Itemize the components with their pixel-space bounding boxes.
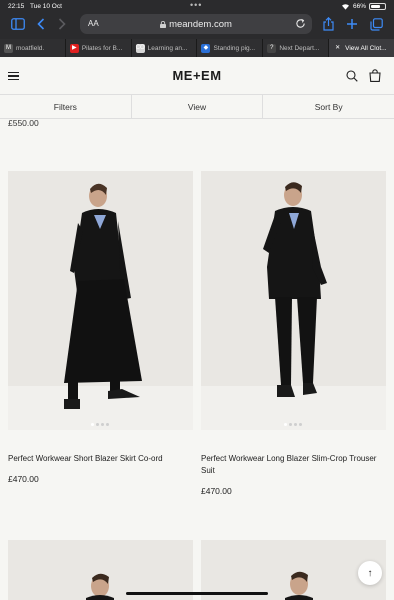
browser-chrome: 22:15 Tue 10 Oct ••• 66% AA meandem.com <box>0 0 394 57</box>
tab-favicon-icon: CO <box>135 43 145 53</box>
multitasking-dots-icon[interactable]: ••• <box>190 0 202 10</box>
product-image[interactable] <box>8 171 193 430</box>
lock-icon <box>160 21 167 28</box>
product-image[interactable] <box>8 540 193 600</box>
sidebar-icon[interactable] <box>10 16 26 32</box>
product-photo-figure <box>8 171 193 430</box>
previous-product-price: £550.00 <box>8 118 39 128</box>
browser-tab[interactable]: ? Next Depart... <box>262 39 329 57</box>
home-indicator[interactable] <box>126 592 268 595</box>
browser-tab[interactable]: ✕ View All Clot... <box>328 39 394 57</box>
status-time: 22:15 <box>8 3 25 10</box>
filters-button[interactable]: Filters <box>0 95 131 118</box>
product-title[interactable]: Perfect Workwear Short Blazer Skirt Co-o… <box>8 453 193 465</box>
pagination-dot[interactable] <box>106 423 109 426</box>
arrow-up-icon: ↑ <box>367 567 373 579</box>
url-display[interactable]: meandem.com <box>80 19 312 30</box>
browser-tab-label: Standing pig... <box>213 44 256 52</box>
product-card[interactable]: Perfect Workwear Long Blazer Slim-Crop T… <box>201 171 386 501</box>
product-price: £470.00 <box>201 486 232 496</box>
close-tab-icon[interactable]: ✕ <box>333 43 343 53</box>
product-card[interactable] <box>8 540 193 600</box>
browser-toolbar: AA meandem.com <box>0 12 394 36</box>
product-title[interactable]: Perfect Workwear Long Blazer Slim-Crop T… <box>201 453 381 477</box>
browser-tab-label: Next Depart... <box>279 44 320 52</box>
browser-tab[interactable]: ◆ Standing pig... <box>196 39 263 57</box>
pagination-dot[interactable] <box>101 423 104 426</box>
product-card[interactable]: Perfect Workwear Short Blazer Skirt Co-o… <box>8 171 193 501</box>
site-header: ME+EM <box>0 57 394 95</box>
battery-icon <box>369 3 386 10</box>
tab-strip: Mmoatfield. ▶ Pilates for B... CO Learning a… <box>0 39 394 57</box>
browser-tab-label: Pilates for B... <box>81 44 123 52</box>
product-photo-figure <box>8 540 193 600</box>
filter-bar: Filters View Sort By <box>0 95 394 119</box>
status-bar: 22:15 Tue 10 Oct ••• 66% <box>0 0 394 12</box>
new-tab-icon[interactable] <box>344 16 360 32</box>
pagination-dot[interactable] <box>284 423 287 426</box>
shopping-bag-icon[interactable] <box>369 69 381 82</box>
site-logo[interactable]: ME+EM <box>0 68 394 83</box>
status-date: Tue 10 Oct <box>30 3 62 10</box>
sort-by-button[interactable]: Sort By <box>262 95 394 118</box>
pagination-dot[interactable] <box>91 423 94 426</box>
view-button[interactable]: View <box>130 95 263 118</box>
back-icon[interactable] <box>33 16 49 32</box>
tab-favicon-icon: ◆ <box>201 43 211 53</box>
address-bar[interactable]: AA meandem.com <box>80 14 312 34</box>
share-icon[interactable] <box>320 16 336 32</box>
tab-favicon-icon: M <box>4 43 13 53</box>
browser-tab-label: View All Clot... <box>345 44 387 52</box>
tab-favicon-icon: ? <box>267 43 277 53</box>
tabs-overview-icon[interactable] <box>368 16 384 32</box>
pagination-dot[interactable] <box>294 423 297 426</box>
product-image[interactable] <box>201 171 386 430</box>
product-photo-figure <box>201 171 386 430</box>
pagination-dot[interactable] <box>289 423 292 426</box>
browser-tab[interactable]: CO Learning an... <box>130 39 197 57</box>
browser-tab-label: Learning an... <box>147 44 188 52</box>
status-indicators: 66% <box>341 3 386 10</box>
scroll-to-top-button[interactable]: ↑ <box>358 561 382 585</box>
url-text: meandem.com <box>169 19 232 30</box>
battery-percentage: 66% <box>352 3 366 10</box>
wifi-icon <box>341 4 349 10</box>
browser-tab-label: moatfield. <box>16 44 45 52</box>
tab-favicon-icon: ▶ <box>69 43 79 53</box>
reload-icon[interactable] <box>295 18 306 29</box>
image-pagination <box>91 423 109 426</box>
browser-tab[interactable]: ▶ Pilates for B... <box>64 39 131 57</box>
pagination-dot[interactable] <box>96 423 99 426</box>
browser-tab[interactable]: Mmoatfield. <box>0 39 65 57</box>
image-pagination <box>284 423 302 426</box>
search-icon[interactable] <box>346 70 358 82</box>
forward-icon[interactable] <box>54 16 70 32</box>
product-price: £470.00 <box>8 474 39 484</box>
battery-fill <box>371 5 380 8</box>
pagination-dot[interactable] <box>299 423 302 426</box>
